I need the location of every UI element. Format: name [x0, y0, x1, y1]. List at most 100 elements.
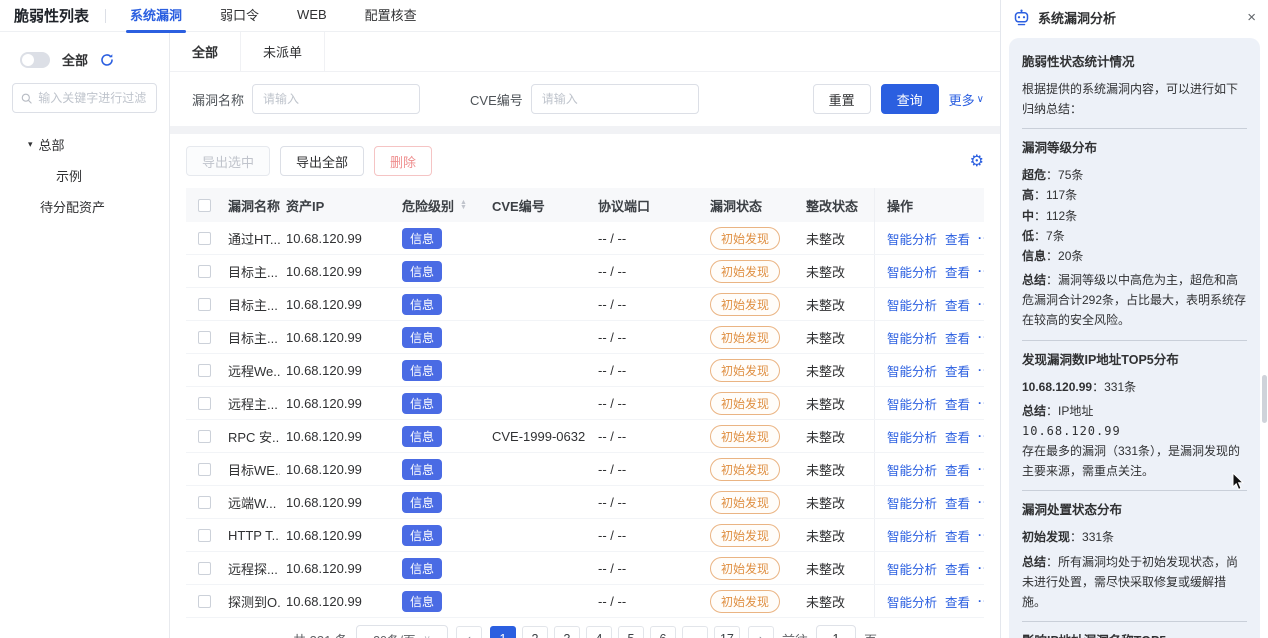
sort-icon[interactable]: ▲ ▼: [460, 200, 467, 210]
row-checkbox[interactable]: [198, 232, 211, 245]
smart-analysis-link[interactable]: 智能分析: [887, 295, 937, 314]
smart-analysis-link[interactable]: 智能分析: [887, 559, 937, 578]
tab-all[interactable]: 全部: [170, 32, 241, 71]
row-more-icon[interactable]: ···: [978, 297, 984, 311]
table-row[interactable]: 目标WE... 10.68.120.99 信息 -- / -- 初始发现 未整改…: [186, 453, 984, 486]
smart-analysis-link[interactable]: 智能分析: [887, 460, 937, 479]
smart-analysis-link[interactable]: 智能分析: [887, 526, 937, 545]
row-checkbox[interactable]: [198, 496, 211, 509]
view-link[interactable]: 查看: [945, 493, 970, 512]
row-more-icon[interactable]: ···: [978, 231, 984, 245]
view-link[interactable]: 查看: [945, 361, 970, 380]
table-row[interactable]: RPC 安... 10.68.120.99 信息 CVE-1999-0632 -…: [186, 420, 984, 453]
row-checkbox[interactable]: [198, 562, 211, 575]
row-more-icon[interactable]: ···: [978, 594, 984, 608]
goto-page-input[interactable]: [816, 625, 856, 638]
row-more-icon[interactable]: ···: [978, 330, 984, 344]
vuln-name-cell[interactable]: 目标主...: [222, 328, 280, 347]
panel-scrollbar[interactable]: [1262, 375, 1267, 423]
row-more-icon[interactable]: ···: [978, 429, 984, 443]
vuln-name-cell[interactable]: 目标WE...: [222, 460, 280, 479]
cve-input[interactable]: [531, 84, 699, 114]
page-button[interactable]: 6: [650, 626, 676, 638]
page-button[interactable]: 3: [554, 626, 580, 638]
row-more-icon[interactable]: ···: [978, 396, 984, 410]
vuln-name-cell[interactable]: HTTP T...: [222, 528, 280, 543]
smart-analysis-link[interactable]: 智能分析: [887, 493, 937, 512]
page-button[interactable]: 1: [490, 626, 516, 638]
table-row[interactable]: 目标主... 10.68.120.99 信息 -- / -- 初始发现 未整改 …: [186, 288, 984, 321]
table-row[interactable]: 远程主... 10.68.120.99 信息 -- / -- 初始发现 未整改 …: [186, 387, 984, 420]
more-filters-link[interactable]: 更多 ∨: [949, 90, 984, 109]
table-row[interactable]: HTTP T... 10.68.120.99 信息 -- / -- 初始发现 未…: [186, 519, 984, 552]
col-level[interactable]: 危险级别 ▲ ▼: [396, 196, 486, 215]
tree-node-hq[interactable]: ▾ 总部: [12, 129, 157, 160]
vuln-name-cell[interactable]: 远端W...: [222, 493, 280, 512]
table-row[interactable]: 通过HT... 10.68.120.99 信息 -- / -- 初始发现 未整改…: [186, 222, 984, 255]
close-icon[interactable]: ×: [1247, 10, 1256, 25]
view-link[interactable]: 查看: [945, 427, 970, 446]
page-button[interactable]: 5: [618, 626, 644, 638]
tab-undispatched[interactable]: 未派单: [241, 32, 325, 71]
page-button[interactable]: ···: [682, 626, 708, 638]
page-button[interactable]: 4: [586, 626, 612, 638]
row-checkbox[interactable]: [198, 265, 211, 278]
all-toggle-switch[interactable]: [20, 52, 50, 68]
view-link[interactable]: 查看: [945, 295, 970, 314]
view-link[interactable]: 查看: [945, 559, 970, 578]
column-settings-gear-icon[interactable]: ⚙: [970, 151, 984, 171]
tree-node-unassigned[interactable]: 待分配资产: [12, 191, 157, 222]
row-more-icon[interactable]: ···: [978, 495, 984, 509]
page-size-select[interactable]: 20条/页 ∨: [356, 625, 448, 638]
prev-page-button[interactable]: ‹: [456, 626, 482, 638]
vuln-name-cell[interactable]: 目标主...: [222, 295, 280, 314]
view-link[interactable]: 查看: [945, 328, 970, 347]
smart-analysis-link[interactable]: 智能分析: [887, 361, 937, 380]
row-checkbox[interactable]: [198, 397, 211, 410]
reset-button[interactable]: 重置: [813, 84, 871, 114]
row-more-icon[interactable]: ···: [978, 528, 984, 542]
smart-analysis-link[interactable]: 智能分析: [887, 427, 937, 446]
table-row[interactable]: 远端W... 10.68.120.99 信息 -- / -- 初始发现 未整改 …: [186, 486, 984, 519]
search-input[interactable]: [38, 91, 148, 105]
table-row[interactable]: 目标主... 10.68.120.99 信息 -- / -- 初始发现 未整改 …: [186, 321, 984, 354]
row-checkbox[interactable]: [198, 463, 211, 476]
smart-analysis-link[interactable]: 智能分析: [887, 328, 937, 347]
view-link[interactable]: 查看: [945, 460, 970, 479]
export-all-button[interactable]: 导出全部: [280, 146, 364, 176]
view-link[interactable]: 查看: [945, 592, 970, 611]
query-button[interactable]: 查询: [881, 84, 939, 114]
row-more-icon[interactable]: ···: [978, 561, 984, 575]
row-more-icon[interactable]: ···: [978, 462, 984, 476]
table-row[interactable]: 探测到O... 10.68.120.99 信息 -- / -- 初始发现 未整改…: [186, 585, 984, 618]
smart-analysis-link[interactable]: 智能分析: [887, 394, 937, 413]
select-all-checkbox[interactable]: [198, 199, 211, 212]
smart-analysis-link[interactable]: 智能分析: [887, 262, 937, 281]
next-page-button[interactable]: ›: [748, 626, 774, 638]
tree-node-example[interactable]: 示例: [12, 160, 157, 191]
vuln-name-cell[interactable]: 远程We...: [222, 361, 280, 380]
row-more-icon[interactable]: ···: [978, 363, 984, 377]
view-link[interactable]: 查看: [945, 526, 970, 545]
vuln-name-input[interactable]: [252, 84, 420, 114]
tab-config-check[interactable]: 配置核查: [355, 0, 427, 33]
row-checkbox[interactable]: [198, 595, 211, 608]
smart-analysis-link[interactable]: 智能分析: [887, 229, 937, 248]
table-row[interactable]: 远程探... 10.68.120.99 信息 -- / -- 初始发现 未整改 …: [186, 552, 984, 585]
smart-analysis-link[interactable]: 智能分析: [887, 592, 937, 611]
row-checkbox[interactable]: [198, 331, 211, 344]
row-checkbox[interactable]: [198, 298, 211, 311]
tab-weak-password[interactable]: 弱口令: [210, 0, 269, 33]
vuln-name-cell[interactable]: 通过HT...: [222, 229, 280, 248]
vuln-name-cell[interactable]: 远程探...: [222, 559, 280, 578]
tab-web[interactable]: WEB: [287, 0, 337, 31]
vuln-name-cell[interactable]: RPC 安...: [222, 427, 280, 446]
tab-system-vuln[interactable]: 系统漏洞: [120, 0, 192, 33]
export-selected-button[interactable]: 导出选中: [186, 146, 270, 176]
row-checkbox[interactable]: [198, 364, 211, 377]
delete-button[interactable]: 删除: [374, 146, 432, 176]
table-row[interactable]: 远程We... 10.68.120.99 信息 -- / -- 初始发现 未整改…: [186, 354, 984, 387]
vuln-name-cell[interactable]: 远程主...: [222, 394, 280, 413]
tree-caret-icon[interactable]: ▾: [28, 139, 33, 150]
view-link[interactable]: 查看: [945, 262, 970, 281]
